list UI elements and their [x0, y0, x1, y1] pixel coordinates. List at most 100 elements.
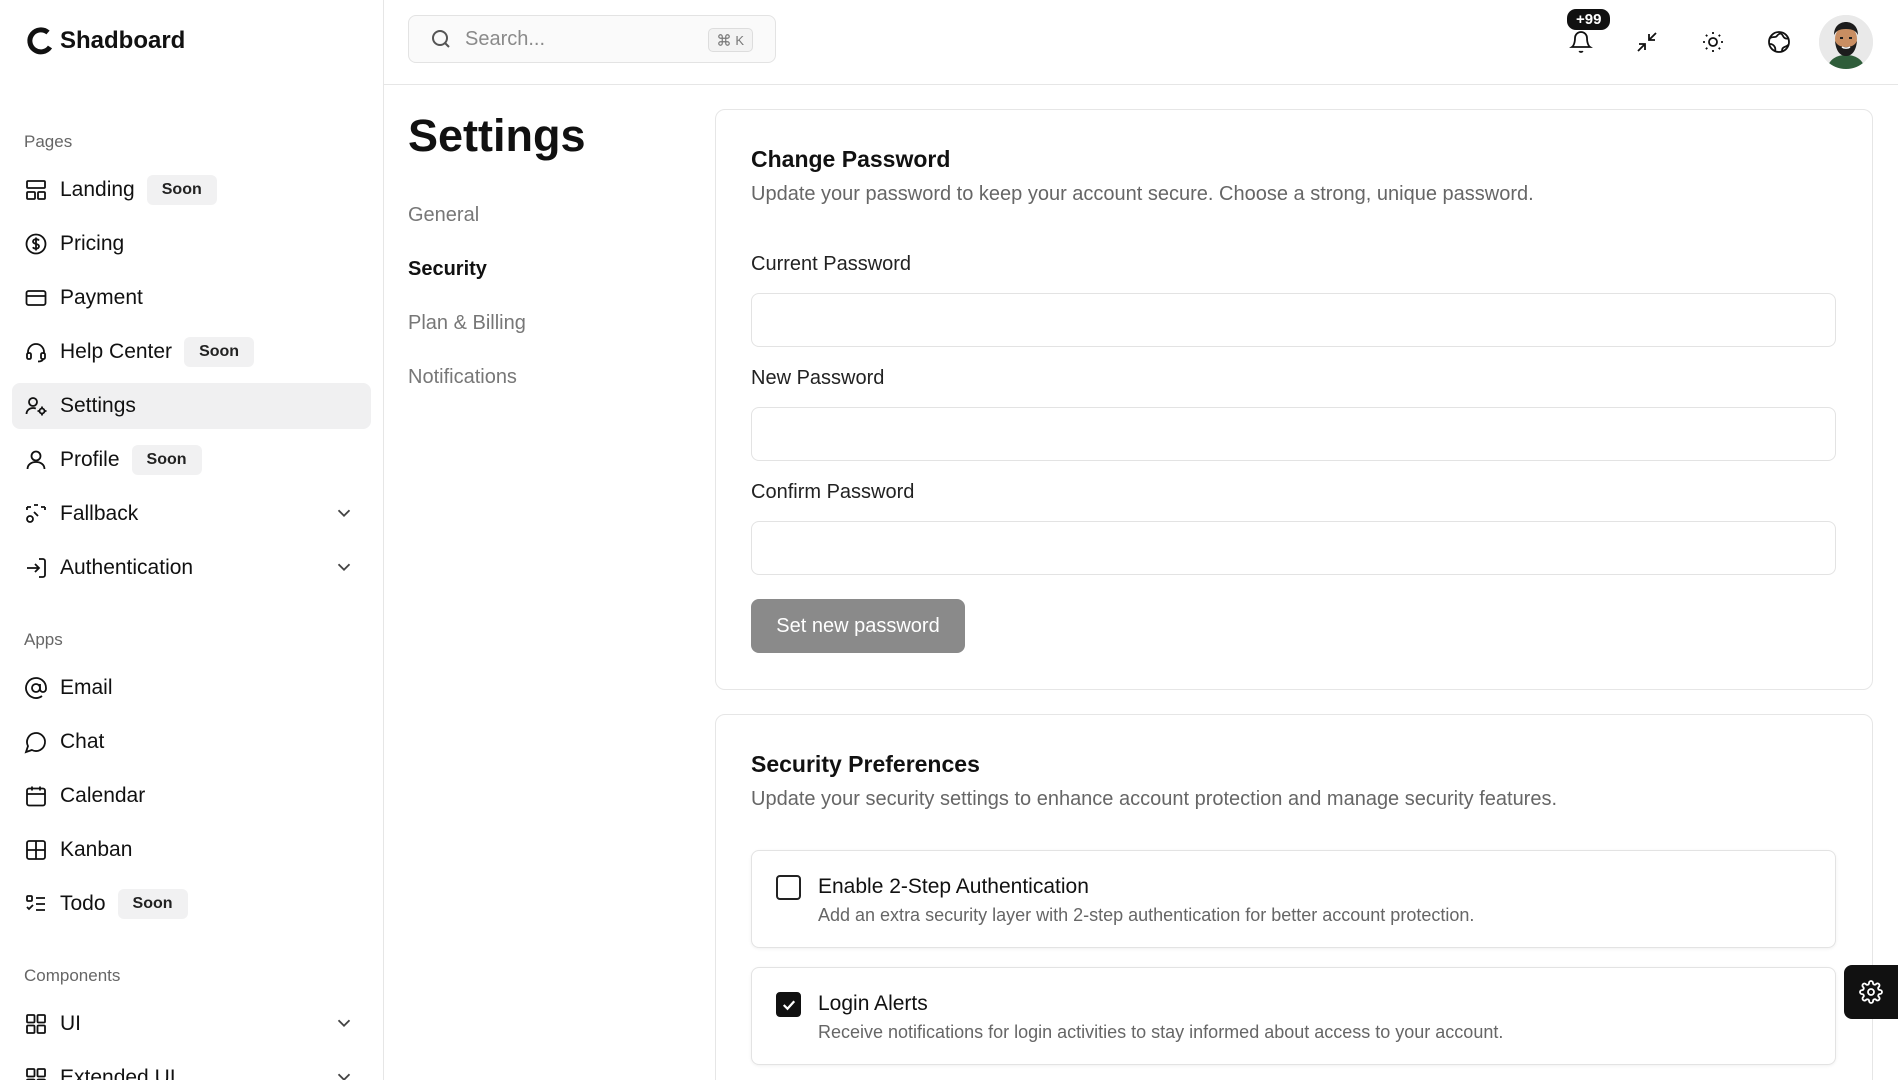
set-new-password-button[interactable]: Set new password: [751, 599, 965, 653]
new-password-field[interactable]: [751, 407, 1836, 461]
user-avatar-image: [1819, 15, 1873, 69]
chevron-down-icon[interactable]: [333, 556, 355, 578]
theme-toggle-button[interactable]: [1693, 22, 1733, 62]
login-alerts-checkbox[interactable]: [776, 992, 801, 1017]
sidebar-item-profile[interactable]: Profile Soon: [12, 437, 371, 483]
current-password-field[interactable]: [751, 293, 1836, 347]
user-cog-icon: [25, 397, 47, 416]
gear-icon: [1859, 980, 1883, 1004]
globe-icon: [1768, 31, 1790, 53]
app-name: Shadboard: [60, 27, 186, 54]
settings-tab-notifications[interactable]: Notifications: [408, 366, 517, 389]
login-alerts-option[interactable]: Login Alerts Receive notifications for l…: [751, 967, 1836, 1065]
page-title: Settings: [408, 110, 586, 161]
two-step-auth-checkbox[interactable]: [776, 875, 801, 900]
search-icon: [432, 30, 450, 48]
section-label-pages: Pages: [24, 132, 73, 151]
card-description: Update your security settings to enhance…: [751, 788, 1558, 810]
two-step-auth-option[interactable]: Enable 2-Step Authentication Add an extr…: [751, 850, 1836, 948]
sidebar-item-fallback[interactable]: Fallback: [12, 491, 371, 537]
sidebar-item-extended-ui[interactable]: Extended UI: [12, 1055, 371, 1080]
search-shortcut: K: [708, 28, 753, 52]
settings-tab-general[interactable]: General: [408, 204, 479, 227]
kanban-icon: [26, 840, 46, 860]
fallback-icon: [26, 504, 46, 523]
search-input[interactable]: Search... K: [408, 15, 776, 63]
chevron-down-icon[interactable]: [333, 1012, 355, 1034]
headset-icon: [26, 343, 46, 363]
sidebar-item-pricing[interactable]: Pricing: [12, 221, 371, 267]
settings-tab-plan-billing[interactable]: Plan & Billing: [408, 312, 526, 335]
sidebar-item-help-center[interactable]: Help Center Soon: [12, 329, 371, 375]
at-sign-icon: [25, 677, 47, 699]
sidebar-item-payment[interactable]: Payment: [12, 275, 371, 321]
sidebar-item-label: Authentication: [60, 556, 194, 579]
layout-icon: [26, 180, 46, 200]
sidebar-item-label: Todo: [60, 892, 106, 915]
option-title: Login Alerts: [818, 992, 928, 1015]
card-title: Security Preferences: [751, 751, 980, 777]
sun-icon: [1703, 32, 1723, 52]
shortcut-key: K: [735, 32, 744, 48]
customizer-button[interactable]: [1844, 965, 1898, 1019]
soon-badge: Soon: [117, 889, 188, 919]
logo-icon: [27, 27, 53, 55]
settings-tab-security[interactable]: Security: [408, 258, 487, 281]
credit-card-icon: [25, 290, 47, 306]
user-icon: [26, 450, 46, 470]
top-header: Search... K: [384, 0, 1898, 85]
sidebar-item-ui[interactable]: UI: [12, 1001, 371, 1047]
new-password-label: New Password: [751, 367, 885, 389]
dollar-circle-icon: [25, 233, 47, 255]
app-logo[interactable]: Shadboard: [26, 26, 185, 56]
sidebar-item-label: Help Center: [60, 340, 173, 363]
card-title: Change Password: [751, 146, 951, 172]
calendar-icon: [26, 786, 46, 807]
sidebar-item-email[interactable]: Email: [12, 665, 371, 711]
current-password-label: Current Password: [751, 253, 912, 275]
sidebar-item-settings[interactable]: Settings: [12, 383, 371, 429]
sidebar-item-label: UI: [60, 1012, 81, 1035]
chevron-down-icon[interactable]: [333, 1066, 355, 1080]
login-icon: [27, 558, 46, 578]
chat-bubble-icon: [24, 732, 46, 754]
option-description: Receive notifications for login activiti…: [818, 1022, 1504, 1042]
sidebar-item-label: Kanban: [60, 838, 133, 861]
sidebar: Shadboard Pages Landing Soon Pricing Pay…: [0, 0, 384, 1080]
sidebar-item-authentication[interactable]: Authentication: [12, 545, 371, 591]
sidebar-item-label: Profile: [60, 448, 120, 471]
section-label-apps: Apps: [24, 630, 63, 649]
sidebar-item-todo[interactable]: Todo Soon: [12, 881, 371, 927]
sidebar-item-label: Settings: [60, 394, 136, 417]
sidebar-item-label: Fallback: [60, 502, 139, 525]
chevron-down-icon[interactable]: [333, 502, 355, 524]
option-description: Add an extra security layer with 2-step …: [818, 905, 1475, 925]
check-icon: [782, 999, 795, 1010]
sidebar-item-label: Landing: [60, 178, 135, 201]
soon-badge: Soon: [184, 337, 255, 367]
sidebar-item-calendar[interactable]: Calendar: [12, 773, 371, 819]
sidebar-item-kanban[interactable]: Kanban: [12, 827, 371, 873]
language-button[interactable]: [1759, 22, 1799, 62]
notification-count-badge: +99: [1567, 9, 1611, 30]
search-placeholder: Search...: [465, 27, 546, 50]
avatar[interactable]: [1819, 15, 1873, 69]
sidebar-item-label: Chat: [60, 730, 105, 753]
bell-icon: [1569, 31, 1593, 53]
sidebar-item-label: Extended UI: [60, 1066, 176, 1080]
option-title: Enable 2-Step Authentication: [818, 875, 1089, 898]
sidebar-item-landing[interactable]: Landing Soon: [12, 167, 371, 213]
security-preferences-card: Security Preferences Update your securit…: [715, 714, 1873, 1080]
command-key-icon: [718, 34, 731, 46]
confirm-password-label: Confirm Password: [751, 481, 915, 503]
confirm-password-field[interactable]: [751, 521, 1836, 575]
card-description: Update your password to keep your accoun…: [751, 183, 1534, 205]
sidebar-item-label: Email: [60, 676, 113, 699]
todo-list-icon: [26, 895, 45, 911]
grid-icon: [26, 1068, 46, 1080]
soon-badge: Soon: [131, 445, 202, 475]
sidebar-item-label: Pricing: [60, 232, 125, 255]
sidebar-item-label: Payment: [60, 286, 143, 309]
sidebar-item-chat[interactable]: Chat: [12, 719, 371, 765]
fullscreen-toggle-button[interactable]: [1627, 22, 1667, 62]
